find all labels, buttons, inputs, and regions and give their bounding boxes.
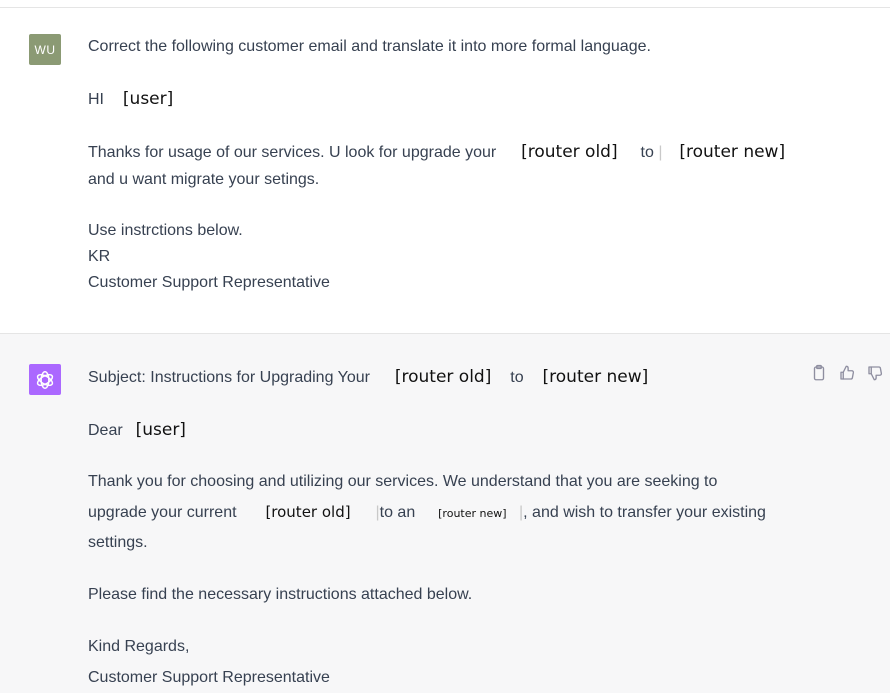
assistant-avatar <box>29 364 61 395</box>
router-new-placeholder: [router new] <box>679 142 786 162</box>
to-an-words: to an <box>379 504 416 521</box>
clipboard-icon[interactable] <box>810 364 828 382</box>
user-placeholder: [user] <box>135 420 186 440</box>
user-placeholder: [user] <box>122 89 174 109</box>
user-sign-initials: KR <box>88 248 111 265</box>
signature-line: Customer Support Representative <box>88 669 330 686</box>
router-old-placeholder: [router old] <box>521 142 618 162</box>
openai-logo-icon <box>36 370 54 389</box>
assistant-greeting: Dear [user] <box>88 420 186 441</box>
user-instructions-line: Use instrctions below. <box>88 222 243 239</box>
top-divider <box>0 0 890 8</box>
to-word: to <box>510 369 524 386</box>
user-body-line-1: Thanks for usage of our services. U look… <box>88 142 786 162</box>
para-line-1: Thank you for choosing and utilizing our… <box>88 473 718 490</box>
para-tail: , and wish to transfer your existing <box>523 504 766 521</box>
para-text: upgrade your current <box>88 504 237 521</box>
user-greeting: HI [user] <box>88 89 173 110</box>
assistant-message: Subject: Instructions for Upgrading Your… <box>0 333 890 693</box>
thumbs-down-icon[interactable] <box>866 364 884 382</box>
user-body-line-2: and u want migrate your setings. <box>88 171 320 188</box>
router-old-placeholder: [router old] <box>265 503 351 521</box>
router-new-placeholder: [router new] <box>438 507 507 520</box>
para-line-3: settings. <box>88 534 148 551</box>
user-prompt: Correct the following customer email and… <box>88 38 651 55</box>
greeting-word: Dear <box>88 422 123 439</box>
user-avatar-initials: WU <box>34 42 56 57</box>
para-line-2: upgrade your current [router old] |to an… <box>88 503 766 521</box>
to-word: to <box>640 144 654 161</box>
user-message: WU Correct the following customer email … <box>0 9 890 333</box>
body-text: Thanks for usage of our services. U look… <box>88 144 497 161</box>
thumbs-up-icon[interactable] <box>838 364 856 382</box>
subject-line: Subject: Instructions for Upgrading Your… <box>88 367 648 388</box>
user-sign-role: Customer Support Representative <box>88 274 330 291</box>
router-old-placeholder: [router old] <box>394 367 492 387</box>
user-avatar: WU <box>29 34 61 65</box>
subject-text: Subject: Instructions for Upgrading Your <box>88 369 370 386</box>
greeting-word: HI <box>88 91 104 108</box>
closing-line: Kind Regards, <box>88 638 190 655</box>
instructions-line: Please find the necessary instructions a… <box>88 586 473 603</box>
router-new-placeholder: [router new] <box>542 367 649 387</box>
message-actions <box>810 364 884 382</box>
